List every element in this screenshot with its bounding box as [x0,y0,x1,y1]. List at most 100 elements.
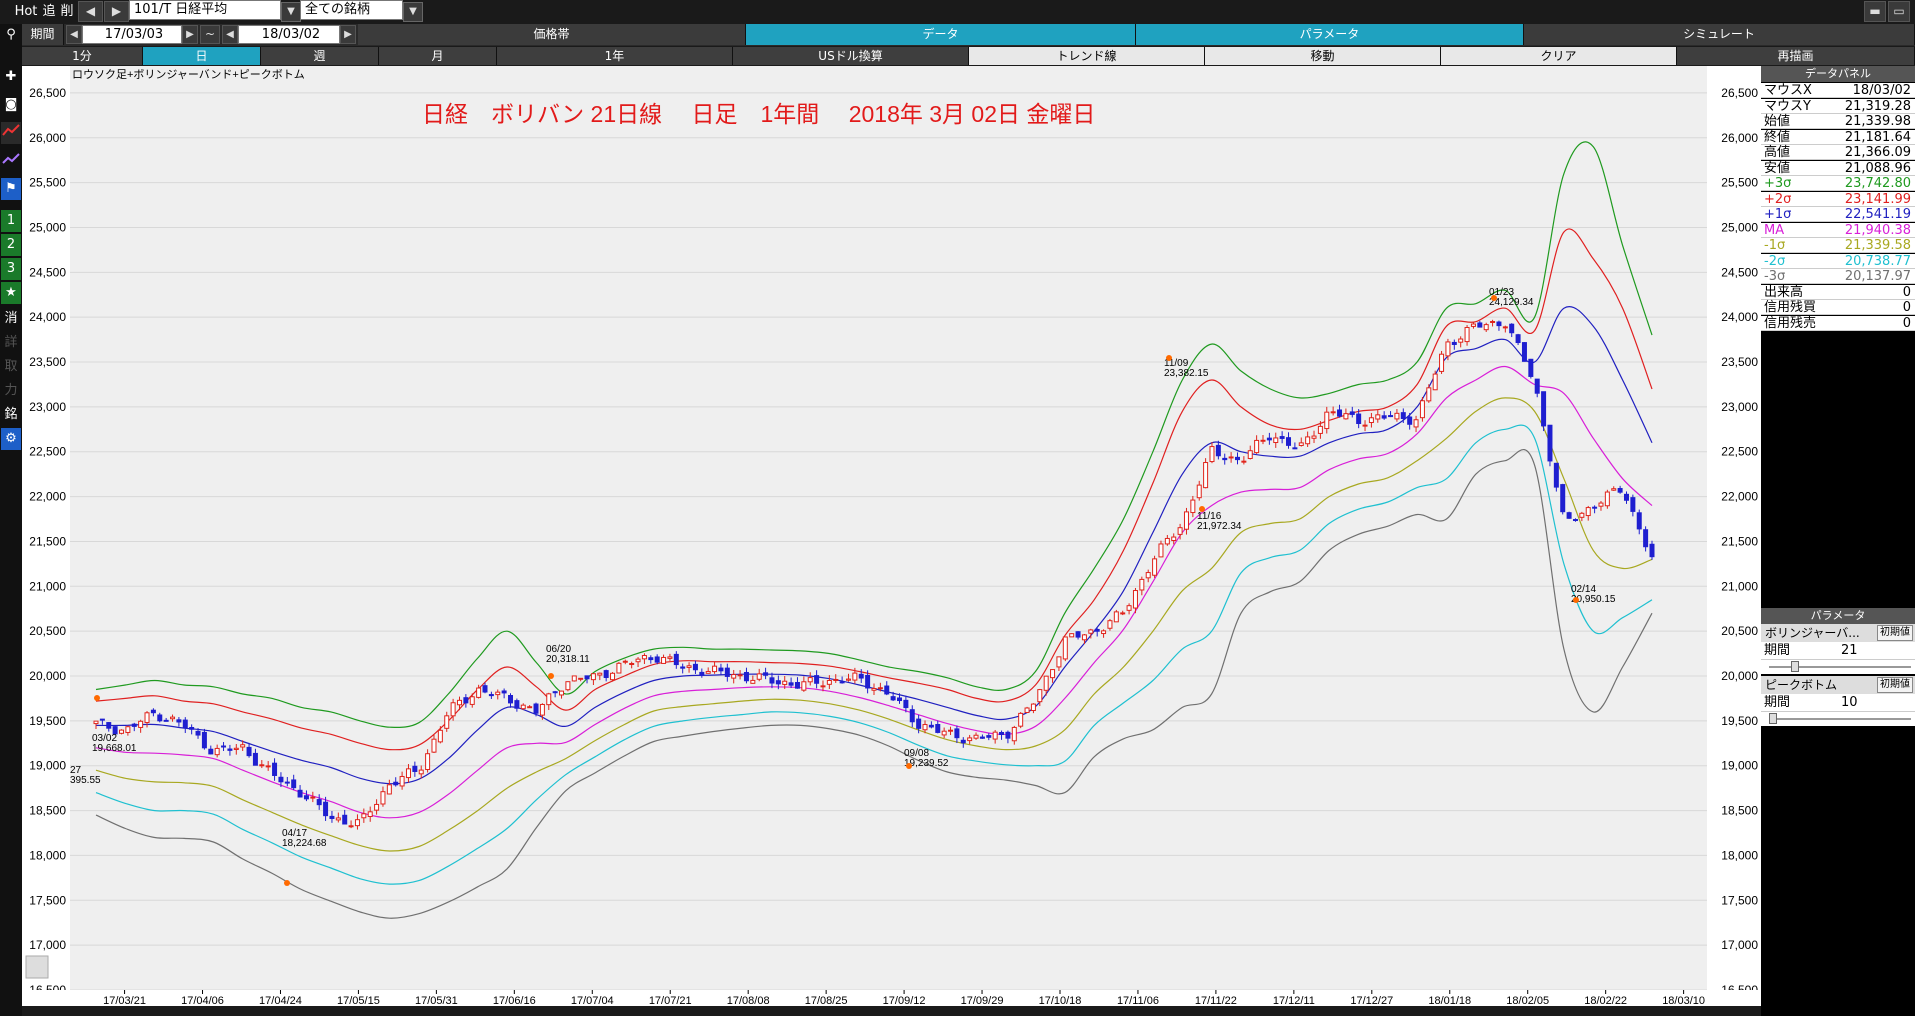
candle-body [214,747,220,756]
tab-usd[interactable]: USドル換算 [733,47,969,65]
candle-body [629,663,635,666]
data-panel-value: 0 [1902,284,1911,300]
candle-body [597,672,603,676]
universe-field[interactable]: 全ての銘柄 [300,0,403,20]
tab-1year[interactable]: 1年 [497,47,733,65]
data-panel-key: +2σ [1764,191,1792,207]
candle-body [1196,484,1202,499]
pb-period-value[interactable]: 10 [1841,694,1858,712]
tab-monthly[interactable]: 月 [379,47,497,65]
tab-1min[interactable]: 1分 [22,47,143,65]
candle-body [1458,338,1464,343]
chevron-down-icon[interactable]: ▼ [403,2,423,22]
candle-body [93,720,99,725]
tab-move[interactable]: 移動 [1205,47,1441,65]
date-from-right-icon[interactable]: ▶ [182,25,198,44]
candle-body [418,769,424,775]
chart-icon[interactable] [1,150,21,172]
data-panel-value: 20,137.97 [1844,269,1911,284]
tab-weekly[interactable]: 週 [261,47,379,65]
candle-body [1362,424,1368,427]
y-tick-label: 26,000 [1721,131,1758,145]
tab-parameter[interactable]: パラメータ [1136,24,1524,45]
preset-3-button[interactable]: 3 [1,258,21,280]
preset-2-button[interactable]: 2 [1,234,21,256]
pb-slider-knob[interactable] [1769,713,1777,724]
bb-reset-button[interactable]: 初期値 [1877,625,1913,641]
peak-marker [94,695,100,701]
plot-area [70,66,1707,990]
candle-body [1623,493,1629,501]
tab-redraw[interactable]: 再描画 [1677,47,1915,65]
period-label: 期間 [22,24,64,45]
candle-body [788,682,794,686]
line-chart-icon[interactable] [1,122,21,144]
date-to-field[interactable]: 18/03/02 [238,25,340,44]
data-panel-value: 21,339.98 [1844,114,1911,129]
tab-price-band[interactable]: 価格帯 [358,24,746,45]
symbol-field[interactable]: 101/T 日経平均 [129,0,281,20]
candle-body [469,696,475,705]
triangle-left-icon[interactable]: ◀ [78,1,103,22]
tab-daily[interactable]: 日 [143,47,261,65]
date-to-left-icon[interactable]: ◀ [222,25,238,44]
candle-body [361,813,367,819]
tab-data[interactable]: データ [746,24,1136,45]
gear-icon[interactable]: ⚙ [1,428,21,450]
chart-area[interactable]: 26,500 26,000 25,500 25,000 24,500 24,000 23,5… [22,66,1761,1016]
pb-reset-button[interactable]: 初期値 [1877,677,1913,693]
data-panel-value: 0 [1902,315,1911,331]
star-icon[interactable]: ★ [1,282,21,304]
candle-body [1375,414,1381,420]
candle-body [501,690,507,694]
preset-1-button[interactable]: 1 [1,210,21,232]
y-tick-label: 17,000 [1721,938,1758,952]
candle-body [648,657,654,661]
bb-period-value[interactable]: 21 [1841,642,1858,660]
plus-icon[interactable]: ✚ [1,66,21,88]
date-to-right-icon[interactable]: ▶ [340,25,356,44]
candle-body [495,691,501,696]
candle-body [673,653,679,666]
hot-button[interactable]: Hot [14,1,38,23]
candle-body [1617,487,1623,493]
candle-body [1560,484,1566,513]
tab-simulate[interactable]: シミュレート [1524,24,1915,45]
candle-body [1024,707,1030,713]
candle-body [1298,442,1304,446]
chevron-down-icon[interactable]: ▼ [281,2,301,22]
chart-svg[interactable]: 26,500 26,000 25,500 25,000 24,500 24,000 23,5… [22,66,1761,1016]
camera-icon[interactable]: ◙ [1,94,21,116]
stock-button[interactable]: 銘 [1,404,21,426]
bb-period-slider[interactable] [1761,660,1915,674]
restore-icon[interactable]: ▭ [1888,1,1910,22]
add-button[interactable]: 追 [40,1,58,23]
candle-body [259,764,265,767]
candle-body [884,685,890,695]
data-panel-key: 高値 [1764,145,1791,160]
date-from-field[interactable]: 17/03/03 [82,25,182,44]
flag-icon[interactable]: ⚑ [1,178,21,200]
candle-body [712,665,718,673]
candle-body [610,672,616,681]
erase-button[interactable]: 消 [1,308,21,330]
candle-body [405,768,411,779]
x-tick-label: 17/05/15 [337,995,380,1007]
delete-button[interactable]: 削 [58,1,76,23]
tab-trendline[interactable]: トレンド線 [969,47,1205,65]
candle-body [775,680,781,685]
tab-clear[interactable]: クリア [1441,47,1677,65]
pb-period-slider[interactable] [1761,712,1915,726]
candle-body [508,695,514,704]
candle-body [1234,456,1240,461]
minimize-icon[interactable]: ▬ [1864,1,1886,22]
candle-body [1445,341,1451,357]
search-icon[interactable]: ⚲ [1,24,21,46]
date-from-left-icon[interactable]: ◀ [66,25,82,44]
data-panel-key: マウスX [1764,83,1812,98]
candle-body [1183,511,1189,530]
bb-slider-knob[interactable] [1791,661,1799,672]
y-tick-label: 18,000 [1721,848,1758,862]
triangle-right-icon[interactable]: ▶ [104,1,129,22]
candle-body [967,737,973,742]
